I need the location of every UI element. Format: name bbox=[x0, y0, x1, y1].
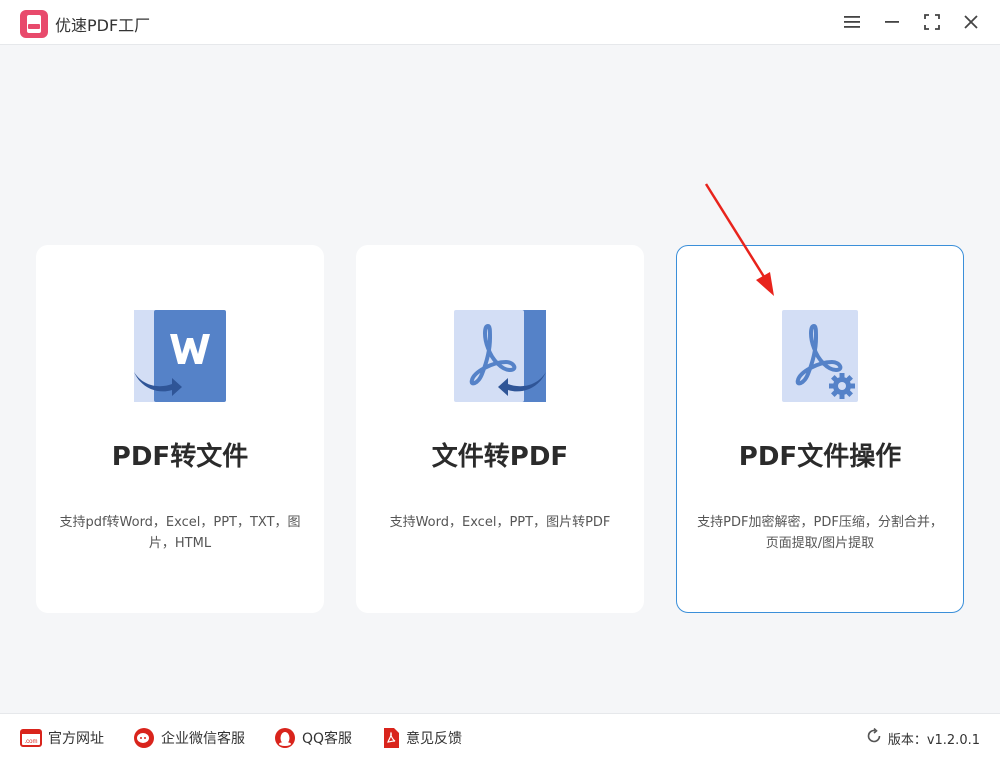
pdf-settings-icon bbox=[772, 308, 868, 404]
website-icon: .com bbox=[20, 729, 42, 747]
card-title: PDF文件操作 bbox=[738, 442, 902, 472]
file-to-pdf-icon bbox=[452, 308, 548, 404]
qq-support-link[interactable]: QQ客服 bbox=[274, 726, 352, 750]
card-description: 支持pdf转Word，Excel，PPT，TXT，图片，HTML bbox=[59, 515, 301, 551]
app-title: 优速PDF工厂 bbox=[55, 16, 151, 35]
minimize-icon[interactable] bbox=[879, 9, 905, 35]
card-title: 文件转PDF bbox=[431, 442, 569, 472]
card-description: 支持Word，Excel，PPT，图片转PDF bbox=[389, 515, 611, 530]
pdf-to-word-icon bbox=[132, 308, 228, 404]
card-description: 支持PDF加密解密，PDF压缩，分割合并，页面提取/图片提取 bbox=[697, 515, 943, 551]
svg-text:.com: .com bbox=[24, 739, 37, 745]
wechat-work-link[interactable]: 企业微信客服 bbox=[133, 726, 245, 750]
footer-bar: .com 官方网址 企业微信客服 QQ客服 意见反馈 版本：v1.2.0.1 bbox=[0, 713, 1000, 760]
card-title: PDF转文件 bbox=[111, 442, 249, 472]
refresh-icon bbox=[866, 727, 882, 748]
app-logo-icon bbox=[20, 10, 48, 38]
feedback-link[interactable]: 意见反馈 bbox=[382, 726, 462, 750]
version-label: 版本：v1.2.0.1 bbox=[887, 732, 980, 748]
card-pdf-to-file[interactable]: PDF转文件 支持pdf转Word，Excel，PPT，TXT，图片，HTML bbox=[36, 245, 324, 613]
menu-icon[interactable] bbox=[839, 9, 865, 35]
maximize-icon[interactable] bbox=[919, 9, 945, 35]
version-info[interactable]: 版本：v1.2.0.1 bbox=[866, 726, 980, 750]
footer-link-label: 企业微信客服 bbox=[161, 731, 245, 747]
annotation-arrow-icon bbox=[704, 183, 774, 296]
feedback-icon bbox=[382, 727, 400, 749]
footer-link-label: 官方网址 bbox=[48, 731, 104, 747]
qq-icon bbox=[274, 727, 296, 749]
website-link[interactable]: .com 官方网址 bbox=[20, 726, 104, 750]
close-icon[interactable] bbox=[958, 9, 984, 35]
title-bar: 优速PDF工厂 bbox=[0, 0, 1000, 45]
footer-link-label: QQ客服 bbox=[302, 731, 353, 747]
footer-link-label: 意见反馈 bbox=[406, 731, 462, 747]
wechat-work-icon bbox=[133, 727, 155, 749]
card-file-to-pdf[interactable]: 文件转PDF 支持Word，Excel，PPT，图片转PDF bbox=[356, 245, 644, 613]
